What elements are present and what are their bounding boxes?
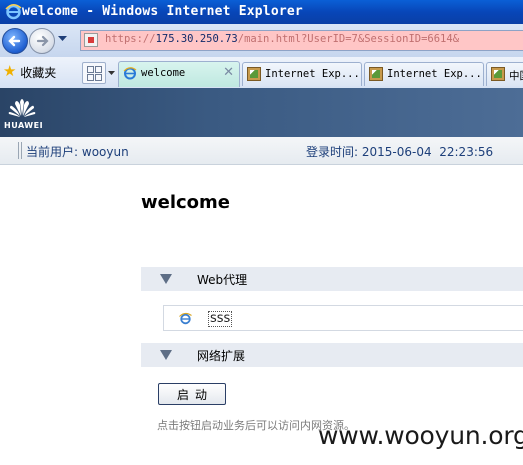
forward-button[interactable]: [29, 28, 55, 54]
page-header: HUAWEI: [0, 88, 523, 137]
tab-list-dropdown-icon[interactable]: [108, 71, 115, 76]
web-resource-row: sss: [163, 305, 523, 331]
huawei-logo-icon: [8, 99, 36, 117]
image-page-icon: [369, 67, 383, 81]
image-page-icon: [247, 67, 261, 81]
close-tab-icon[interactable]: ✕: [223, 65, 234, 80]
back-button[interactable]: [2, 28, 28, 54]
tab-label: Internet Exp...: [265, 68, 360, 80]
image-page-icon: [491, 67, 505, 81]
address-bar[interactable]: https://175.30.250.73/main.html?UserID=7…: [80, 30, 523, 51]
ie-logo-icon: [5, 4, 22, 20]
ie-page-icon: [123, 67, 137, 80]
login-time: 登录时间: 2015-06-04 22:23:56: [306, 145, 494, 159]
favorites-tab-bar: ★ 收藏夹 welcome ✕ Internet Exp... Internet…: [0, 57, 523, 89]
tab-label: 中国: [509, 70, 523, 82]
ie-resource-icon: [179, 312, 192, 325]
tab-label: welcome: [141, 67, 186, 79]
quick-tabs-button[interactable]: [82, 62, 106, 84]
start-button[interactable]: 启动: [158, 383, 226, 405]
watermark: www.wooyun.org: [318, 421, 523, 450]
tab-label: Internet Exp...: [387, 68, 482, 80]
resource-link[interactable]: sss: [208, 311, 233, 327]
section-web-proxy[interactable]: Web代理: [141, 267, 523, 291]
tab-internet-explorer-1[interactable]: Internet Exp...: [242, 62, 362, 86]
logo-text: HUAWEI: [4, 121, 44, 130]
tab-welcome[interactable]: welcome ✕: [118, 61, 240, 87]
section-title: 网络扩展: [197, 349, 246, 363]
address-toolbar: https://175.30.250.73/main.html?UserID=7…: [0, 24, 523, 57]
collapse-triangle-icon[interactable]: [160, 350, 172, 360]
page-title: welcome: [141, 192, 231, 213]
divider: [18, 142, 19, 159]
collapse-triangle-icon[interactable]: [160, 274, 172, 284]
current-user: 当前用户: wooyun: [26, 145, 129, 159]
arrow-right-icon: [36, 35, 49, 47]
favorites-label: 收藏夹: [20, 66, 57, 80]
tab-china[interactable]: 中国: [486, 62, 523, 86]
page-favicon-icon: [84, 33, 98, 47]
divider: [21, 142, 22, 159]
arrow-left-icon: [8, 35, 21, 47]
tab-internet-explorer-2[interactable]: Internet Exp...: [364, 62, 484, 86]
favorites-button[interactable]: ★ 收藏夹: [3, 62, 57, 83]
history-dropdown-icon[interactable]: [58, 36, 67, 42]
star-icon: ★: [3, 62, 17, 80]
window-title-bar: welcome - Windows Internet Explorer: [0, 0, 523, 24]
session-info-bar: 当前用户: wooyun 登录时间: 2015-06-04 22:23:56: [0, 137, 523, 165]
window-title: welcome - Windows Internet Explorer: [22, 4, 303, 19]
section-network-extension[interactable]: 网络扩展: [141, 343, 523, 367]
address-url[interactable]: https://175.30.250.73/main.html?UserID=7…: [105, 33, 459, 45]
grid-icon: [87, 66, 94, 73]
section-title: Web代理: [197, 273, 248, 287]
